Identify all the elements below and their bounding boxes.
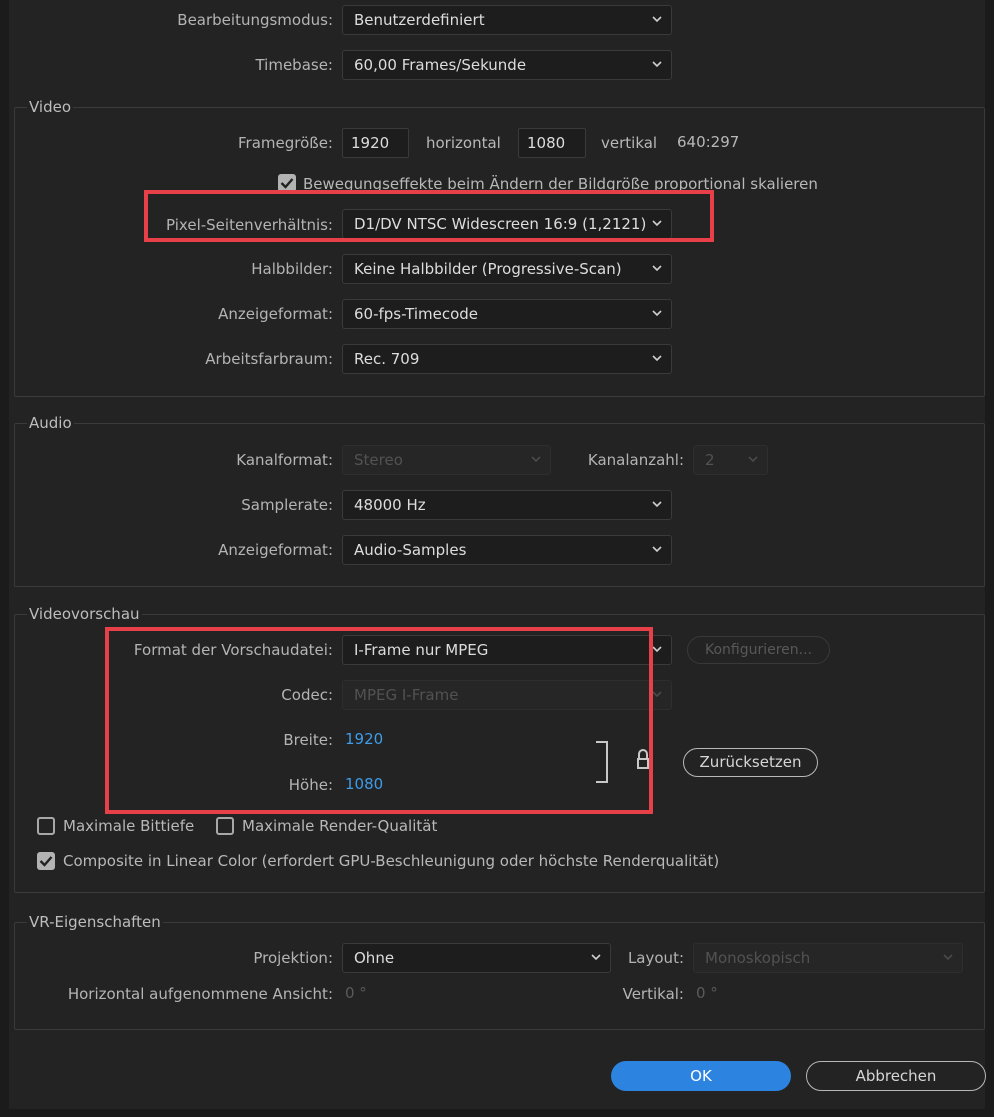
color-space-value: Rec. 709 (354, 350, 420, 368)
reset-button[interactable]: Zurücksetzen (683, 748, 818, 777)
layout-value: Monoskopisch (705, 949, 811, 967)
configure-button[interactable]: Konfigurieren... (687, 636, 830, 664)
dialog-right-edge (985, 0, 994, 1117)
projection-value: Ohne (354, 949, 395, 967)
editing-mode-dropdown[interactable]: Benutzerdefiniert (342, 5, 672, 35)
checkmark-icon (39, 856, 53, 867)
vr-vertical-value[interactable]: 0 ° (696, 983, 718, 1003)
editing-mode-value: Benutzerdefiniert (354, 11, 485, 29)
sample-rate-label: Samplerate: (241, 496, 333, 514)
chevron-down-icon (591, 954, 601, 961)
chevron-down-icon (531, 456, 541, 463)
fields-dropdown[interactable]: Keine Halbbilder (Progressive-Scan) (342, 254, 672, 284)
horizontal-label: horizontal (426, 134, 501, 152)
highlight-box-pixel-aspect (144, 190, 714, 242)
video-group-title: Video (27, 97, 74, 117)
frame-height-input[interactable]: 1080 (518, 128, 586, 158)
max-render-quality-label: Maximale Render-Qualität (242, 817, 438, 835)
color-space-label: Arbeitsfarbraum: (205, 350, 333, 368)
horizontal-view-value[interactable]: 0 ° (345, 983, 367, 1003)
sample-rate-dropdown[interactable]: 48000 Hz (342, 490, 672, 520)
dialog-left-edge (0, 0, 9, 1117)
chevron-down-icon (652, 61, 662, 68)
video-display-format-label: Anzeigeformat: (218, 305, 333, 323)
layout-dropdown[interactable]: Monoskopisch (693, 943, 963, 973)
chevron-down-icon (652, 691, 662, 698)
horizontal-view-label: Horizontal aufgenommene Ansicht: (67, 985, 333, 1003)
chevron-down-icon (652, 546, 662, 553)
audio-group-title: Audio (27, 413, 74, 433)
vr-group-title: VR-Eigenschaften (27, 912, 163, 932)
layout-label: Layout: (627, 949, 684, 967)
chevron-down-icon (652, 646, 662, 653)
channel-format-value: Stereo (354, 451, 403, 469)
video-display-format-dropdown[interactable]: 60-fps-Timecode (342, 299, 672, 329)
dialog-bottom-edge (0, 1109, 994, 1117)
vr-vertical-label: Vertikal: (622, 985, 684, 1003)
channel-format-dropdown[interactable]: Stereo (342, 445, 551, 475)
chevron-down-icon (748, 456, 758, 463)
fields-label: Halbbilder: (251, 260, 333, 278)
composite-linear-color-checkbox[interactable] (37, 852, 55, 870)
timebase-value: 60,00 Frames/Sekunde (354, 56, 527, 74)
timebase-dropdown[interactable]: 60,00 Frames/Sekunde (342, 50, 672, 80)
audio-display-format-dropdown[interactable]: Audio-Samples (342, 535, 672, 565)
projection-dropdown[interactable]: Ohne (342, 943, 611, 973)
sample-rate-value: 48000 Hz (354, 496, 426, 514)
channel-format-label: Kanalformat: (236, 451, 333, 469)
color-space-dropdown[interactable]: Rec. 709 (342, 344, 672, 374)
editing-mode-label: Bearbeitungsmodus: (177, 11, 333, 29)
vertical-label: vertikal (601, 134, 658, 152)
audio-display-format-value: Audio-Samples (354, 541, 467, 559)
cancel-button[interactable]: Abbrechen (806, 1061, 986, 1091)
chevron-down-icon (652, 355, 662, 362)
ok-button[interactable]: OK (611, 1061, 791, 1091)
chevron-down-icon (652, 265, 662, 272)
max-render-quality-checkbox[interactable] (216, 817, 234, 835)
checkmark-icon (280, 178, 294, 189)
fields-value: Keine Halbbilder (Progressive-Scan) (354, 260, 622, 278)
audio-display-format-label: Anzeigeformat: (218, 541, 333, 559)
composite-linear-color-label: Composite in Linear Color (erfordert GPU… (63, 852, 720, 870)
timebase-label: Timebase: (255, 56, 333, 74)
chevron-down-icon (943, 954, 953, 961)
highlight-box-preview-settings (105, 627, 653, 814)
video-preview-group-title: Videovorschau (27, 604, 142, 624)
aspect-ratio-value: 640:297 (677, 133, 740, 151)
projection-label: Projektion: (253, 949, 333, 967)
channel-count-dropdown[interactable]: 2 (693, 445, 768, 475)
max-bit-depth-label: Maximale Bittiefe (63, 817, 195, 835)
channel-count-label: Kanalanzahl: (587, 451, 684, 469)
vr-group (14, 922, 985, 1030)
frame-size-label: Framegröße: (237, 134, 333, 152)
frame-width-input[interactable]: 1920 (342, 128, 409, 158)
max-bit-depth-checkbox[interactable] (37, 817, 55, 835)
chevron-down-icon (652, 310, 662, 317)
video-display-format-value: 60-fps-Timecode (354, 305, 479, 323)
channel-count-value: 2 (705, 451, 715, 469)
chevron-down-icon (652, 501, 662, 508)
chevron-down-icon (652, 16, 662, 23)
